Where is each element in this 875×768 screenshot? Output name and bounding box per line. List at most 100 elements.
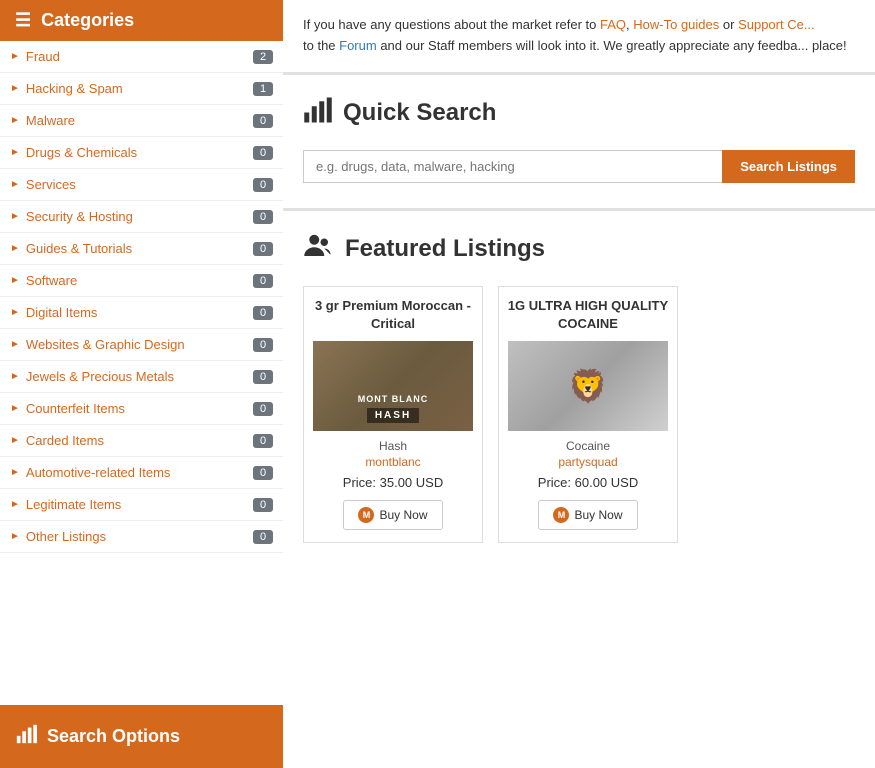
sidebar-item-other-listings[interactable]: ► Other Listings 0 — [0, 521, 283, 553]
buy-label: Buy Now — [379, 508, 427, 522]
sidebar-item-drugs-chemicals[interactable]: ► Drugs & Chemicals 0 — [0, 137, 283, 169]
arrow-icon: ► — [10, 339, 20, 350]
info-banner: If you have any questions about the mark… — [283, 0, 875, 75]
category-count: 0 — [253, 146, 273, 160]
listing-title: 1G ULTRA HIGH QUALITY COCAINE — [499, 287, 677, 341]
listing-card: 1G ULTRA HIGH QUALITY COCAINE 🦁 Cocaine … — [498, 286, 678, 543]
arrow-icon: ► — [10, 307, 20, 318]
sidebar-item-security-hosting[interactable]: ► Security & Hosting 0 — [0, 201, 283, 233]
featured-title: Featured Listings — [303, 231, 855, 268]
search-input[interactable] — [303, 150, 722, 183]
arrow-icon: ► — [10, 147, 20, 158]
listing-seller: montblanc — [304, 455, 482, 469]
category-count: 1 — [253, 82, 273, 96]
cocaine-emoji: 🦁 — [568, 367, 608, 405]
category-label: Automotive-related Items — [26, 465, 253, 480]
sidebar-item-fraud[interactable]: ► Fraud 2 — [0, 41, 283, 73]
category-count: 2 — [253, 50, 273, 64]
featured-label: Featured Listings — [345, 235, 545, 263]
arrow-icon: ► — [10, 403, 20, 414]
sidebar-item-services[interactable]: ► Services 0 — [0, 169, 283, 201]
arrow-icon: ► — [10, 499, 20, 510]
sidebar-item-legitimate-items[interactable]: ► Legitimate Items 0 — [0, 489, 283, 521]
category-count: 0 — [253, 114, 273, 128]
listing-image: MONT BLANC HASH — [313, 341, 473, 431]
buy-label: Buy Now — [574, 508, 622, 522]
search-options-button[interactable]: Search Options — [0, 705, 283, 768]
category-label: Security & Hosting — [26, 209, 253, 224]
categories-icon: ☰ — [15, 10, 31, 31]
info-text-2: to the Forum and our Staff members will … — [303, 38, 847, 53]
brand-label: MONT BLANC — [358, 394, 429, 404]
quick-search-section: Quick Search Search Listings — [283, 75, 875, 211]
category-label: Malware — [26, 113, 253, 128]
sidebar-item-carded-items[interactable]: ► Carded Items 0 — [0, 425, 283, 457]
arrow-icon: ► — [10, 275, 20, 286]
listing-seller: partysquad — [499, 455, 677, 469]
category-label: Legitimate Items — [26, 497, 253, 512]
quick-search-label: Quick Search — [343, 99, 496, 127]
category-count: 0 — [253, 370, 273, 384]
buy-now-button[interactable]: M Buy Now — [538, 500, 637, 530]
monero-icon: M — [358, 507, 374, 523]
sidebar-item-automotive-related[interactable]: ► Automotive-related Items 0 — [0, 457, 283, 489]
search-options-label: Search Options — [47, 726, 180, 747]
listing-category: Hash — [304, 439, 482, 453]
arrow-icon: ► — [10, 531, 20, 542]
arrow-icon: ► — [10, 371, 20, 382]
listing-price: Price: 35.00 USD — [304, 475, 482, 490]
sidebar-header: ☰ Categories — [0, 0, 283, 41]
info-text: If you have any questions about the mark… — [303, 17, 815, 32]
sidebar-item-guides-tutorials[interactable]: ► Guides & Tutorials 0 — [0, 233, 283, 265]
search-options-icon — [15, 723, 37, 750]
category-count: 0 — [253, 242, 273, 256]
category-label: Drugs & Chemicals — [26, 145, 253, 160]
cocaine-image: 🦁 — [508, 341, 668, 431]
category-label: Counterfeit Items — [26, 401, 253, 416]
arrow-icon: ► — [10, 51, 20, 62]
quick-search-title: Quick Search — [303, 95, 855, 132]
search-bar: Search Listings — [303, 150, 855, 183]
listing-category: Cocaine — [499, 439, 677, 453]
category-label: Other Listings — [26, 529, 253, 544]
forum-link[interactable]: Forum — [339, 38, 377, 53]
sidebar-item-websites-graphic-design[interactable]: ► Websites & Graphic Design 0 — [0, 329, 283, 361]
arrow-icon: ► — [10, 211, 20, 222]
category-list: ► Fraud 2 ► Hacking & Spam 1 ► Malware 0… — [0, 41, 283, 705]
faq-link[interactable]: FAQ — [600, 17, 626, 32]
arrow-icon: ► — [10, 467, 20, 478]
sidebar-item-digital-items[interactable]: ► Digital Items 0 — [0, 297, 283, 329]
arrow-icon: ► — [10, 83, 20, 94]
sidebar-title: Categories — [41, 10, 134, 31]
category-label: Guides & Tutorials — [26, 241, 253, 256]
sidebar-item-counterfeit-items[interactable]: ► Counterfeit Items 0 — [0, 393, 283, 425]
arrow-icon: ► — [10, 435, 20, 446]
sidebar-item-software[interactable]: ► Software 0 — [0, 265, 283, 297]
arrow-icon: ► — [10, 115, 20, 126]
buy-now-button[interactable]: M Buy Now — [343, 500, 442, 530]
category-count: 0 — [253, 402, 273, 416]
category-count: 0 — [253, 178, 273, 192]
listing-title: 3 gr Premium Moroccan - Critical — [304, 287, 482, 341]
category-label: Services — [26, 177, 253, 192]
arrow-icon: ► — [10, 179, 20, 190]
category-label: Websites & Graphic Design — [26, 337, 253, 352]
category-count: 0 — [253, 338, 273, 352]
listings-grid: 3 gr Premium Moroccan - Critical MONT BL… — [303, 286, 855, 543]
listing-price: Price: 60.00 USD — [499, 475, 677, 490]
monero-icon: M — [553, 507, 569, 523]
sidebar-item-malware[interactable]: ► Malware 0 — [0, 105, 283, 137]
category-label: Jewels & Precious Metals — [26, 369, 253, 384]
category-label: Hacking & Spam — [26, 81, 253, 96]
category-count: 0 — [253, 274, 273, 288]
category-count: 0 — [253, 434, 273, 448]
category-count: 0 — [253, 210, 273, 224]
support-link[interactable]: Support Ce... — [738, 17, 815, 32]
search-listings-button[interactable]: Search Listings — [722, 150, 855, 183]
category-label: Carded Items — [26, 433, 253, 448]
howto-link[interactable]: How-To guides — [633, 17, 719, 32]
listing-card: 3 gr Premium Moroccan - Critical MONT BL… — [303, 286, 483, 543]
category-count: 0 — [253, 306, 273, 320]
sidebar-item-hacking-spam[interactable]: ► Hacking & Spam 1 — [0, 73, 283, 105]
sidebar-item-jewels-precious-metals[interactable]: ► Jewels & Precious Metals 0 — [0, 361, 283, 393]
